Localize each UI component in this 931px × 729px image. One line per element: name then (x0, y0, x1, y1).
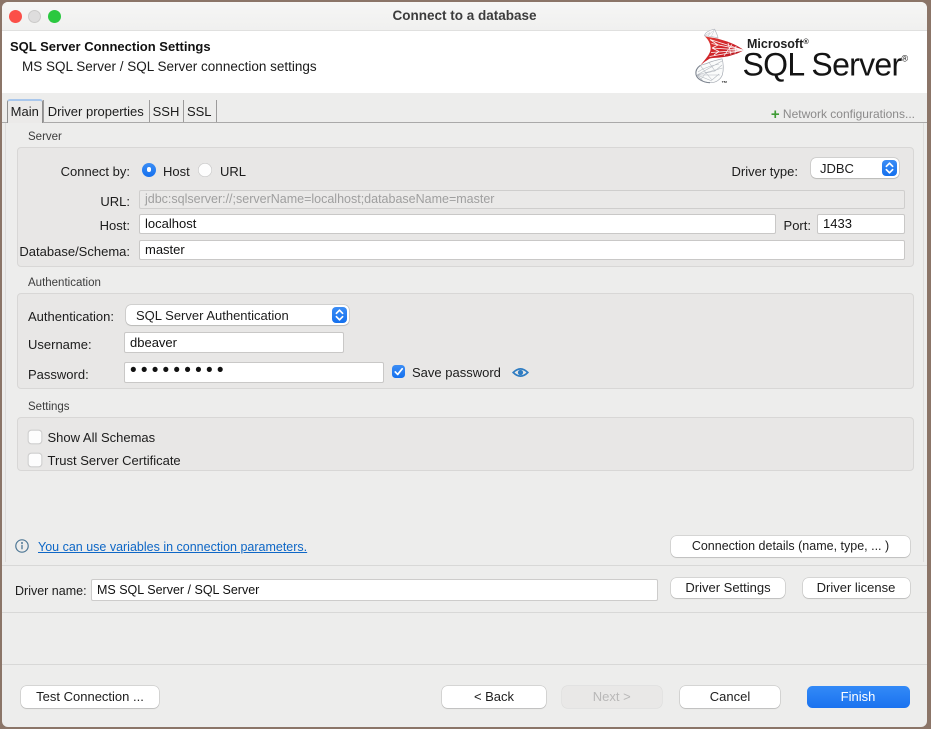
svg-text:SQL Server®: SQL Server® (743, 47, 909, 83)
svg-text:™: ™ (722, 80, 728, 87)
